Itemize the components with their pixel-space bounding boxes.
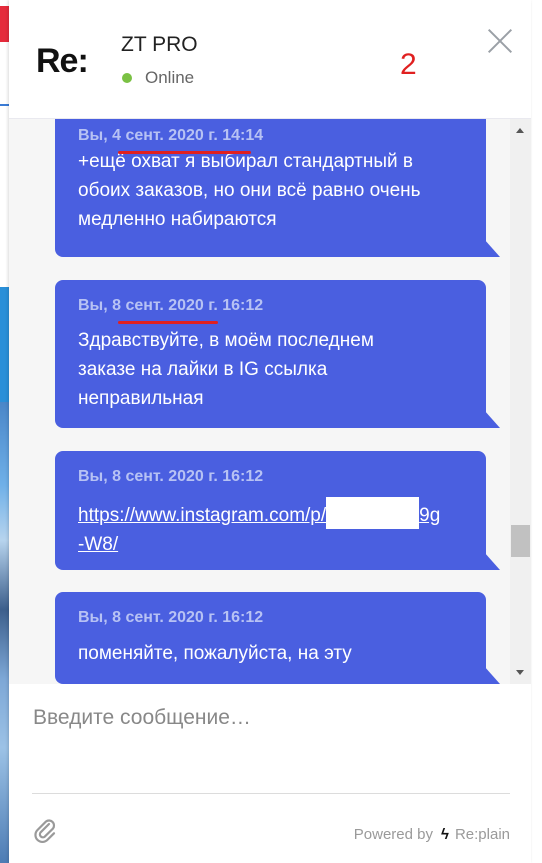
message-line: неправильная (78, 388, 204, 409)
scroll-up-arrow-icon[interactable] (516, 128, 524, 133)
message-text: Здравствуйте, в моём последнем заказе на… (78, 326, 466, 413)
message-bubble: Вы, 8 сент. 2020 г. 16:12 Здравствуйте, … (55, 280, 500, 428)
instagram-link-continued[interactable]: -W8/ (78, 534, 118, 555)
lightning-bolt-icon: ϟ (441, 826, 449, 843)
link-end: 9g (419, 505, 441, 526)
message-list[interactable]: Вы, 4 сент. 2020 г. 14:14 +ещё охват я в… (9, 119, 531, 684)
message-composer: Powered by ϟ Re:plain (9, 684, 531, 863)
background-photo (0, 402, 9, 863)
message-bubble: Вы, 8 сент. 2020 г. 16:12 поменяйте, пож… (55, 592, 500, 684)
scroll-down-arrow-icon[interactable] (516, 670, 524, 675)
red-underline-mark (118, 151, 251, 154)
background-red-tab (0, 6, 9, 42)
powered-by-brand: Re:plain (454, 826, 510, 843)
agent-name: ZT PRO (121, 33, 198, 56)
message-bubble: Вы, 4 сент. 2020 г. 14:14 +ещё охват я в… (55, 119, 500, 257)
close-icon[interactable] (487, 28, 513, 54)
message-timestamp: Вы, 4 сент. 2020 г. 14:14 (78, 127, 264, 144)
message-line: Здравствуйте, в моём последнем (78, 330, 374, 351)
message-timestamp: Вы, 8 сент. 2020 г. 16:12 (78, 297, 264, 314)
message-bubble: Вы, 8 сент. 2020 г. 16:12 https://www.in… (55, 451, 500, 570)
powered-by-text: Powered by (353, 826, 433, 843)
annotation-number: 2 (400, 48, 417, 81)
background-blue-block (0, 287, 9, 402)
message-text: +ещё охват я выбирал стандартный в обоих… (78, 147, 466, 234)
replain-logo: Re: (36, 42, 89, 80)
message-timestamp: Вы, 8 сент. 2020 г. 16:12 (78, 468, 264, 485)
instagram-link[interactable]: https://www.instagram.com/p/9g (78, 497, 441, 529)
message-link-line: https://www.instagram.com/p/9g (78, 497, 466, 530)
chat-header: Re: ZT PRO Online 2 (9, 0, 531, 119)
message-text: поменяйте, пожалуйста, на эту (78, 639, 466, 668)
message-timestamp: Вы, 8 сент. 2020 г. 16:12 (78, 609, 264, 626)
message-text: https://www.instagram.com/p/9g -W8/ (78, 497, 466, 559)
status-text: Online (145, 68, 195, 87)
chat-widget: Re: ZT PRO Online 2 Вы, 4 сент. 2020 г. … (9, 0, 531, 863)
message-line: медленно набираются (78, 209, 277, 230)
message-line: поменяйте, пожалуйста, на эту (78, 643, 352, 664)
message-line: заказе на лайки в IG ссылка (78, 359, 328, 380)
red-underline-mark (118, 321, 218, 324)
powered-by-label: Powered by ϟ Re:plain (354, 826, 510, 843)
composer-divider (32, 793, 510, 794)
message-link-line: -W8/ (78, 530, 466, 559)
paperclip-icon[interactable] (33, 817, 57, 845)
scroll-thumb[interactable] (511, 525, 530, 557)
online-status-dot-icon (122, 73, 132, 83)
message-scrollbar[interactable] (510, 119, 531, 684)
background-link-glyph (0, 88, 9, 106)
message-line: обоих заказов, но они всё равно очень (78, 180, 421, 201)
message-input[interactable] (31, 704, 513, 780)
background-page-strip (0, 0, 9, 863)
redacted-block (326, 497, 420, 529)
link-start: https://www.instagram.com/p/ (78, 505, 327, 526)
